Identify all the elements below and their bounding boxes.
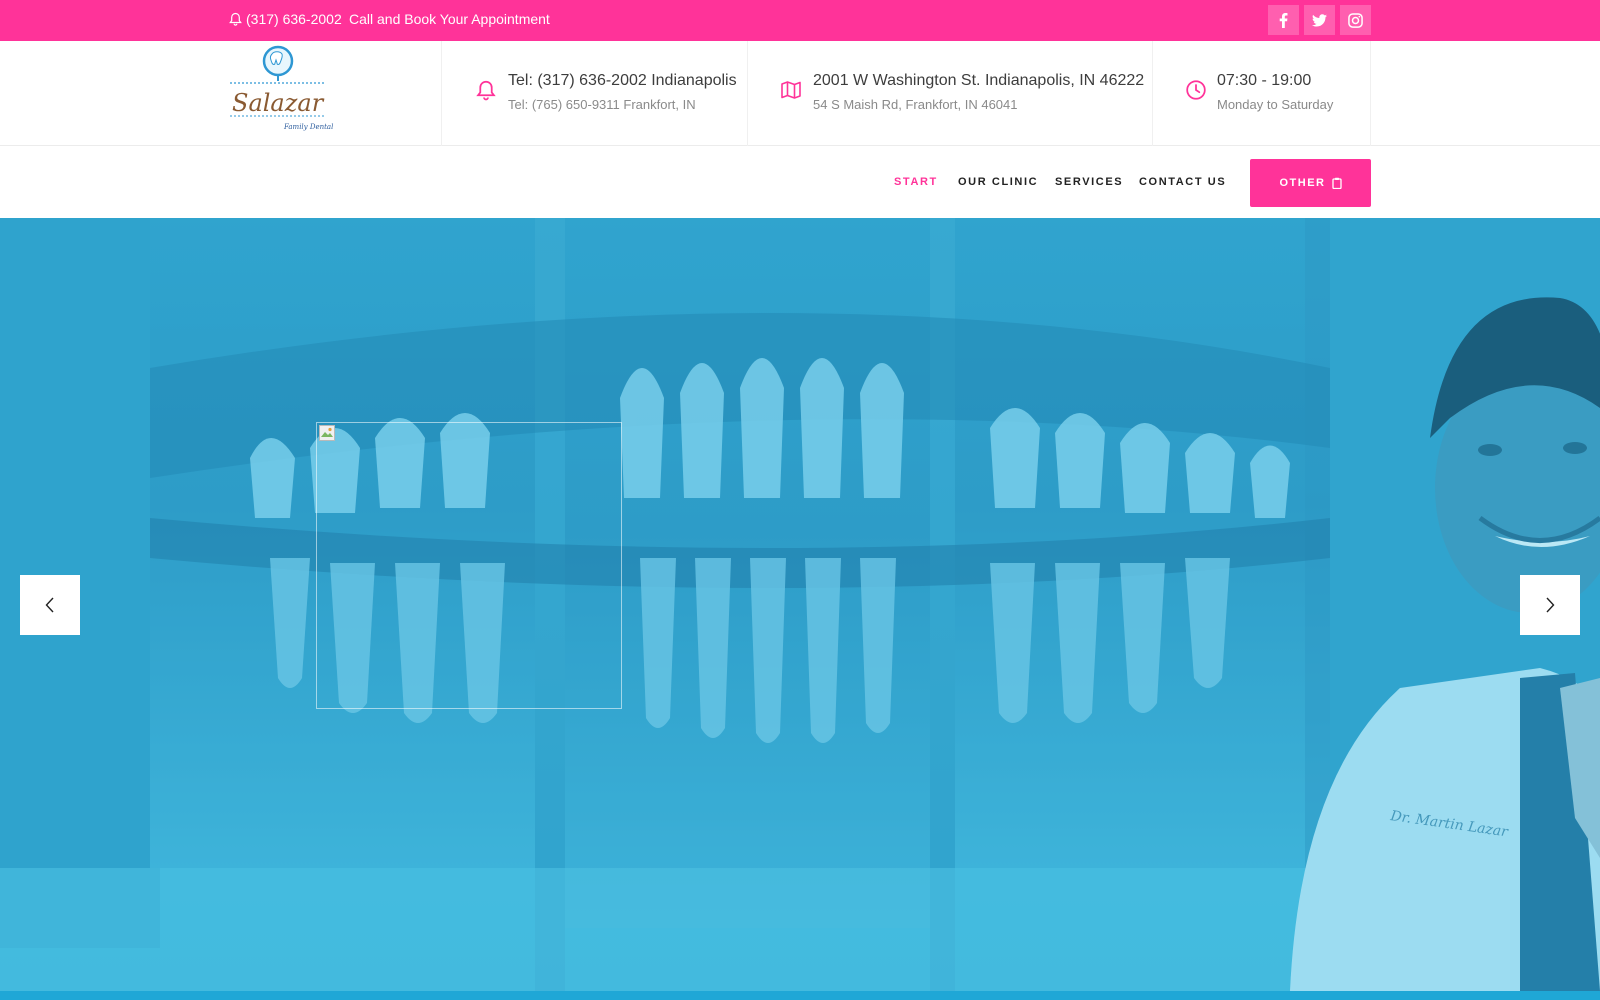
facebook-button[interactable] xyxy=(1268,5,1299,35)
other-button[interactable]: OTHER xyxy=(1250,159,1371,207)
facebook-icon xyxy=(1279,12,1288,28)
nav-contact-us[interactable]: CONTACT US xyxy=(1139,176,1226,188)
logo-wordmark: Salazar xyxy=(232,89,325,117)
other-button-label: OTHER xyxy=(1279,177,1326,189)
instagram-button[interactable] xyxy=(1340,5,1371,35)
phone-primary[interactable]: Tel: (317) 636-2002 Indianapolis xyxy=(508,72,737,90)
bottom-accent-strip xyxy=(0,991,1600,1000)
hours-days: Monday to Saturday xyxy=(1217,97,1334,112)
address-secondary: 54 S Maish Rd, Frankfort, IN 46041 xyxy=(813,97,1018,112)
chevron-left-icon xyxy=(45,597,54,613)
instagram-icon xyxy=(1348,12,1363,28)
slider-next-button[interactable] xyxy=(1520,575,1580,635)
book-appointment-text: Call and Book Your Appointment xyxy=(349,11,550,27)
hours-info: 07:30 - 19:00 Monday to Saturday xyxy=(1152,41,1371,146)
clipboard-icon xyxy=(1331,177,1342,189)
top-phone-text: (317) 636-2002 xyxy=(246,11,342,27)
twitter-icon xyxy=(1312,13,1327,26)
logo-image: Salazar Family Dental xyxy=(230,45,333,131)
broken-image-icon xyxy=(319,425,335,441)
hero-background-image: Dr. Martin Lazar xyxy=(0,218,1600,991)
logo-tagline: Family Dental xyxy=(283,123,333,131)
address-info: 2001 W Washington St. Indianapolis, IN 4… xyxy=(747,41,1152,146)
chevron-right-icon xyxy=(1546,597,1555,613)
hours-time: 07:30 - 19:00 xyxy=(1217,72,1312,89)
map-icon xyxy=(781,81,801,99)
top-phone[interactable]: (317) 636-2002 xyxy=(229,11,342,27)
top-bar: (317) 636-2002 Call and Book Your Appoin… xyxy=(0,0,1600,41)
address-primary: 2001 W Washington St. Indianapolis, IN 4… xyxy=(813,72,1145,89)
bell-icon xyxy=(229,12,242,26)
bell-icon xyxy=(476,80,496,101)
twitter-button[interactable] xyxy=(1304,5,1335,35)
nav-services[interactable]: SERVICES xyxy=(1055,176,1123,188)
slider-prev-button[interactable] xyxy=(20,575,80,635)
nav-our-clinic[interactable]: OUR CLINIC xyxy=(958,176,1038,188)
clock-icon xyxy=(1186,80,1206,100)
logo[interactable]: Salazar Family Dental xyxy=(228,43,338,141)
main-nav: START OUR CLINIC SERVICES CONTACT US OTH… xyxy=(0,147,1600,218)
nav-start[interactable]: START xyxy=(894,176,938,188)
phone-secondary[interactable]: Tel: (765) 650-9311 Frankfort, IN xyxy=(508,97,696,112)
hero-slider: Dr. Martin Lazar xyxy=(0,218,1600,991)
phone-info: Tel: (317) 636-2002 Indianapolis Tel: (7… xyxy=(441,41,747,146)
hero-image-frame xyxy=(316,422,622,709)
